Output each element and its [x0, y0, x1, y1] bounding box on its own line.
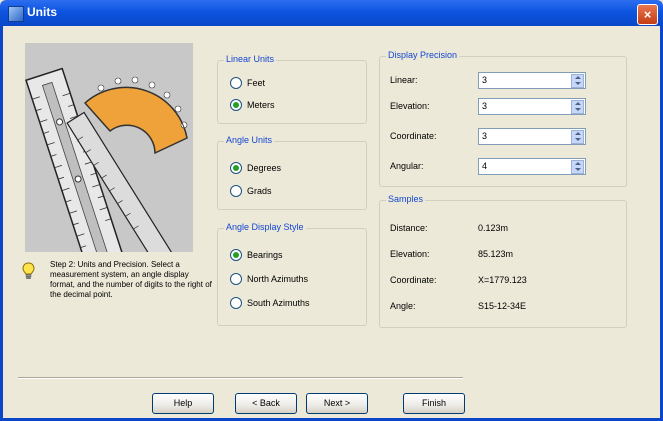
step-description: Step 2: Units and Precision. Select a me…	[50, 260, 212, 299]
close-button[interactable]: ×	[637, 4, 658, 25]
radio-circle-selected[interactable]	[230, 249, 242, 261]
linear-precision-label: Linear:	[390, 75, 418, 85]
angle-display-style-group: Angle Display Style Bearings North Azimu…	[217, 222, 367, 326]
spin-arrows-icon[interactable]	[571, 100, 584, 114]
sample-coordinate-label: Coordinate:	[390, 275, 437, 285]
radio-circle-selected[interactable]	[230, 162, 242, 174]
radio-grads-label: Grads	[247, 186, 272, 196]
angular-precision-label: Angular:	[390, 161, 424, 171]
help-button[interactable]: Help	[152, 393, 214, 414]
window-frame-left	[0, 26, 3, 421]
sample-coordinate-value: X=1779.123	[478, 275, 527, 285]
angular-precision-value[interactable]: 4	[482, 161, 487, 171]
window-title: Units	[27, 5, 57, 19]
radio-circle[interactable]	[230, 185, 242, 197]
angle-units-title: Angle Units	[224, 135, 275, 145]
spin-arrows-icon[interactable]	[571, 74, 584, 88]
linear-units-group: Linear Units Feet Meters	[217, 54, 367, 124]
sample-angle-value: S15-12-34E	[478, 301, 527, 311]
finish-button[interactable]: Finish	[403, 393, 465, 414]
app-icon	[8, 6, 24, 22]
sample-distance-value: 0.123m	[478, 223, 509, 233]
button-separator	[18, 377, 463, 379]
radio-south-azimuths[interactable]: South Azimuths	[230, 297, 310, 309]
linear-precision-spinner[interactable]: 3	[478, 72, 586, 89]
next-button[interactable]: Next >	[306, 393, 368, 414]
radio-circle[interactable]	[230, 273, 242, 285]
radio-south-azimuths-label: South Azimuths	[247, 298, 310, 308]
radio-north-azimuths-label: North Azimuths	[247, 274, 309, 284]
elevation-precision-label: Elevation:	[390, 101, 430, 111]
linear-precision-value[interactable]: 3	[482, 75, 487, 85]
elevation-precision-value[interactable]: 3	[482, 101, 487, 111]
sample-angle-label: Angle:	[390, 301, 416, 311]
radio-degrees[interactable]: Degrees	[230, 162, 281, 174]
display-precision-group: Display Precision Linear: 3 Elevation: 3…	[379, 50, 627, 187]
radio-feet-label: Feet	[247, 78, 266, 88]
sample-distance-label: Distance:	[390, 223, 428, 233]
coordinate-precision-value[interactable]: 3	[482, 131, 487, 141]
samples-title: Samples	[386, 194, 426, 204]
radio-bearings[interactable]: Bearings	[230, 249, 283, 261]
radio-bearings-label: Bearings	[247, 250, 283, 260]
linear-units-title: Linear Units	[224, 54, 277, 64]
radio-grads[interactable]: Grads	[230, 185, 272, 197]
elevation-precision-spinner[interactable]: 3	[478, 98, 586, 115]
radio-meters-label: Meters	[247, 100, 275, 110]
angle-display-style-title: Angle Display Style	[224, 222, 306, 232]
coordinate-precision-spinner[interactable]: 3	[478, 128, 586, 145]
title-bar[interactable]: Units ×	[0, 0, 663, 26]
spin-arrows-icon[interactable]	[571, 160, 584, 174]
back-button[interactable]: < Back	[235, 393, 297, 414]
lightbulb-icon	[22, 262, 35, 279]
radio-north-azimuths[interactable]: North Azimuths	[230, 273, 308, 285]
spin-arrows-icon[interactable]	[571, 130, 584, 144]
radio-circle-selected[interactable]	[230, 99, 242, 111]
coordinate-precision-label: Coordinate:	[390, 131, 437, 141]
ruler-protractor-illustration	[25, 43, 193, 252]
sample-elevation-label: Elevation:	[390, 249, 430, 259]
radio-circle[interactable]	[230, 77, 242, 89]
radio-feet[interactable]: Feet	[230, 77, 265, 89]
radio-meters[interactable]: Meters	[230, 99, 275, 111]
angular-precision-spinner[interactable]: 4	[478, 158, 586, 175]
display-precision-title: Display Precision	[386, 50, 460, 60]
radio-circle[interactable]	[230, 297, 242, 309]
samples-group: Samples Distance: 0.123m Elevation: 85.1…	[379, 194, 627, 328]
radio-degrees-label: Degrees	[247, 163, 282, 173]
angle-units-group: Angle Units Degrees Grads	[217, 135, 367, 210]
sample-elevation-value: 85.123m	[478, 249, 514, 259]
